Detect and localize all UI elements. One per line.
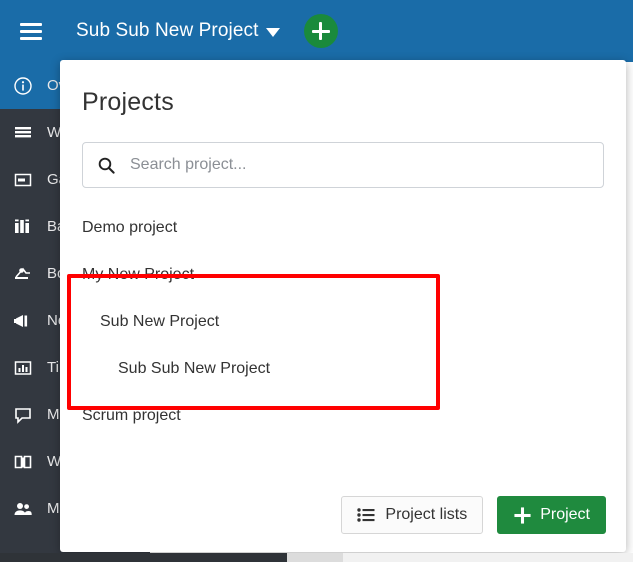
project-list-item[interactable]: Demo project [82,204,604,251]
project-list-item[interactable]: Sub Sub New Project [82,345,604,392]
project-name: Scrum project [82,406,181,424]
hamburger-line [20,22,42,26]
project-lists-label: Project lists [385,506,468,523]
project-name: Demo project [82,218,178,236]
megaphone-icon [13,310,41,332]
bar-chart-icon [13,357,41,379]
project-selector-label: Sub Sub New Project [76,20,259,41]
people-icon [13,498,41,520]
list-bullets-icon [357,507,375,523]
book-icon [13,451,41,473]
project-list-item[interactable]: Scrum project [82,392,604,439]
new-project-label: Project [540,506,590,523]
search-input[interactable] [130,156,589,174]
gantt-icon [13,169,41,191]
project-list-item[interactable]: My New Project [82,251,604,298]
hamburger-line [20,29,42,33]
plus-icon [304,14,338,48]
search-icon [97,156,116,175]
hamburger-menu-icon[interactable] [0,0,62,62]
search-project-field[interactable] [82,142,604,188]
list-lines-icon [13,122,41,144]
speech-bubble-icon [13,404,41,426]
panel-title: Projects [82,88,174,116]
project-list: Demo project My New Project Sub New Proj… [60,204,626,439]
horizontal-scrollbar[interactable] [0,553,633,562]
app-root: Sub Sub New Project Overview [0,0,633,562]
project-list-item[interactable]: Sub New Project [82,298,604,345]
global-add-button[interactable] [303,14,338,48]
boards-icon [13,263,41,285]
scrollbar-thumb[interactable] [0,553,287,562]
plus-icon [513,506,532,525]
top-header-bar: Sub Sub New Project [0,0,633,62]
project-selector[interactable]: Sub Sub New Project [76,20,280,42]
hamburger-line [20,36,42,40]
new-project-button[interactable]: Project [497,496,606,534]
projects-dropdown-panel: Projects Demo project My New Project Sub… [60,60,626,552]
project-name: Sub Sub New Project [118,359,271,377]
scrollbar-track-segment[interactable] [287,553,343,562]
panel-footer: Project lists Project [341,496,606,534]
caret-down-icon [265,28,280,37]
project-name: My New Project [82,265,195,283]
info-circle-icon [13,75,41,97]
project-name: Sub New Project [100,312,220,330]
backlogs-icon [13,216,41,238]
project-lists-button[interactable]: Project lists [341,496,484,534]
